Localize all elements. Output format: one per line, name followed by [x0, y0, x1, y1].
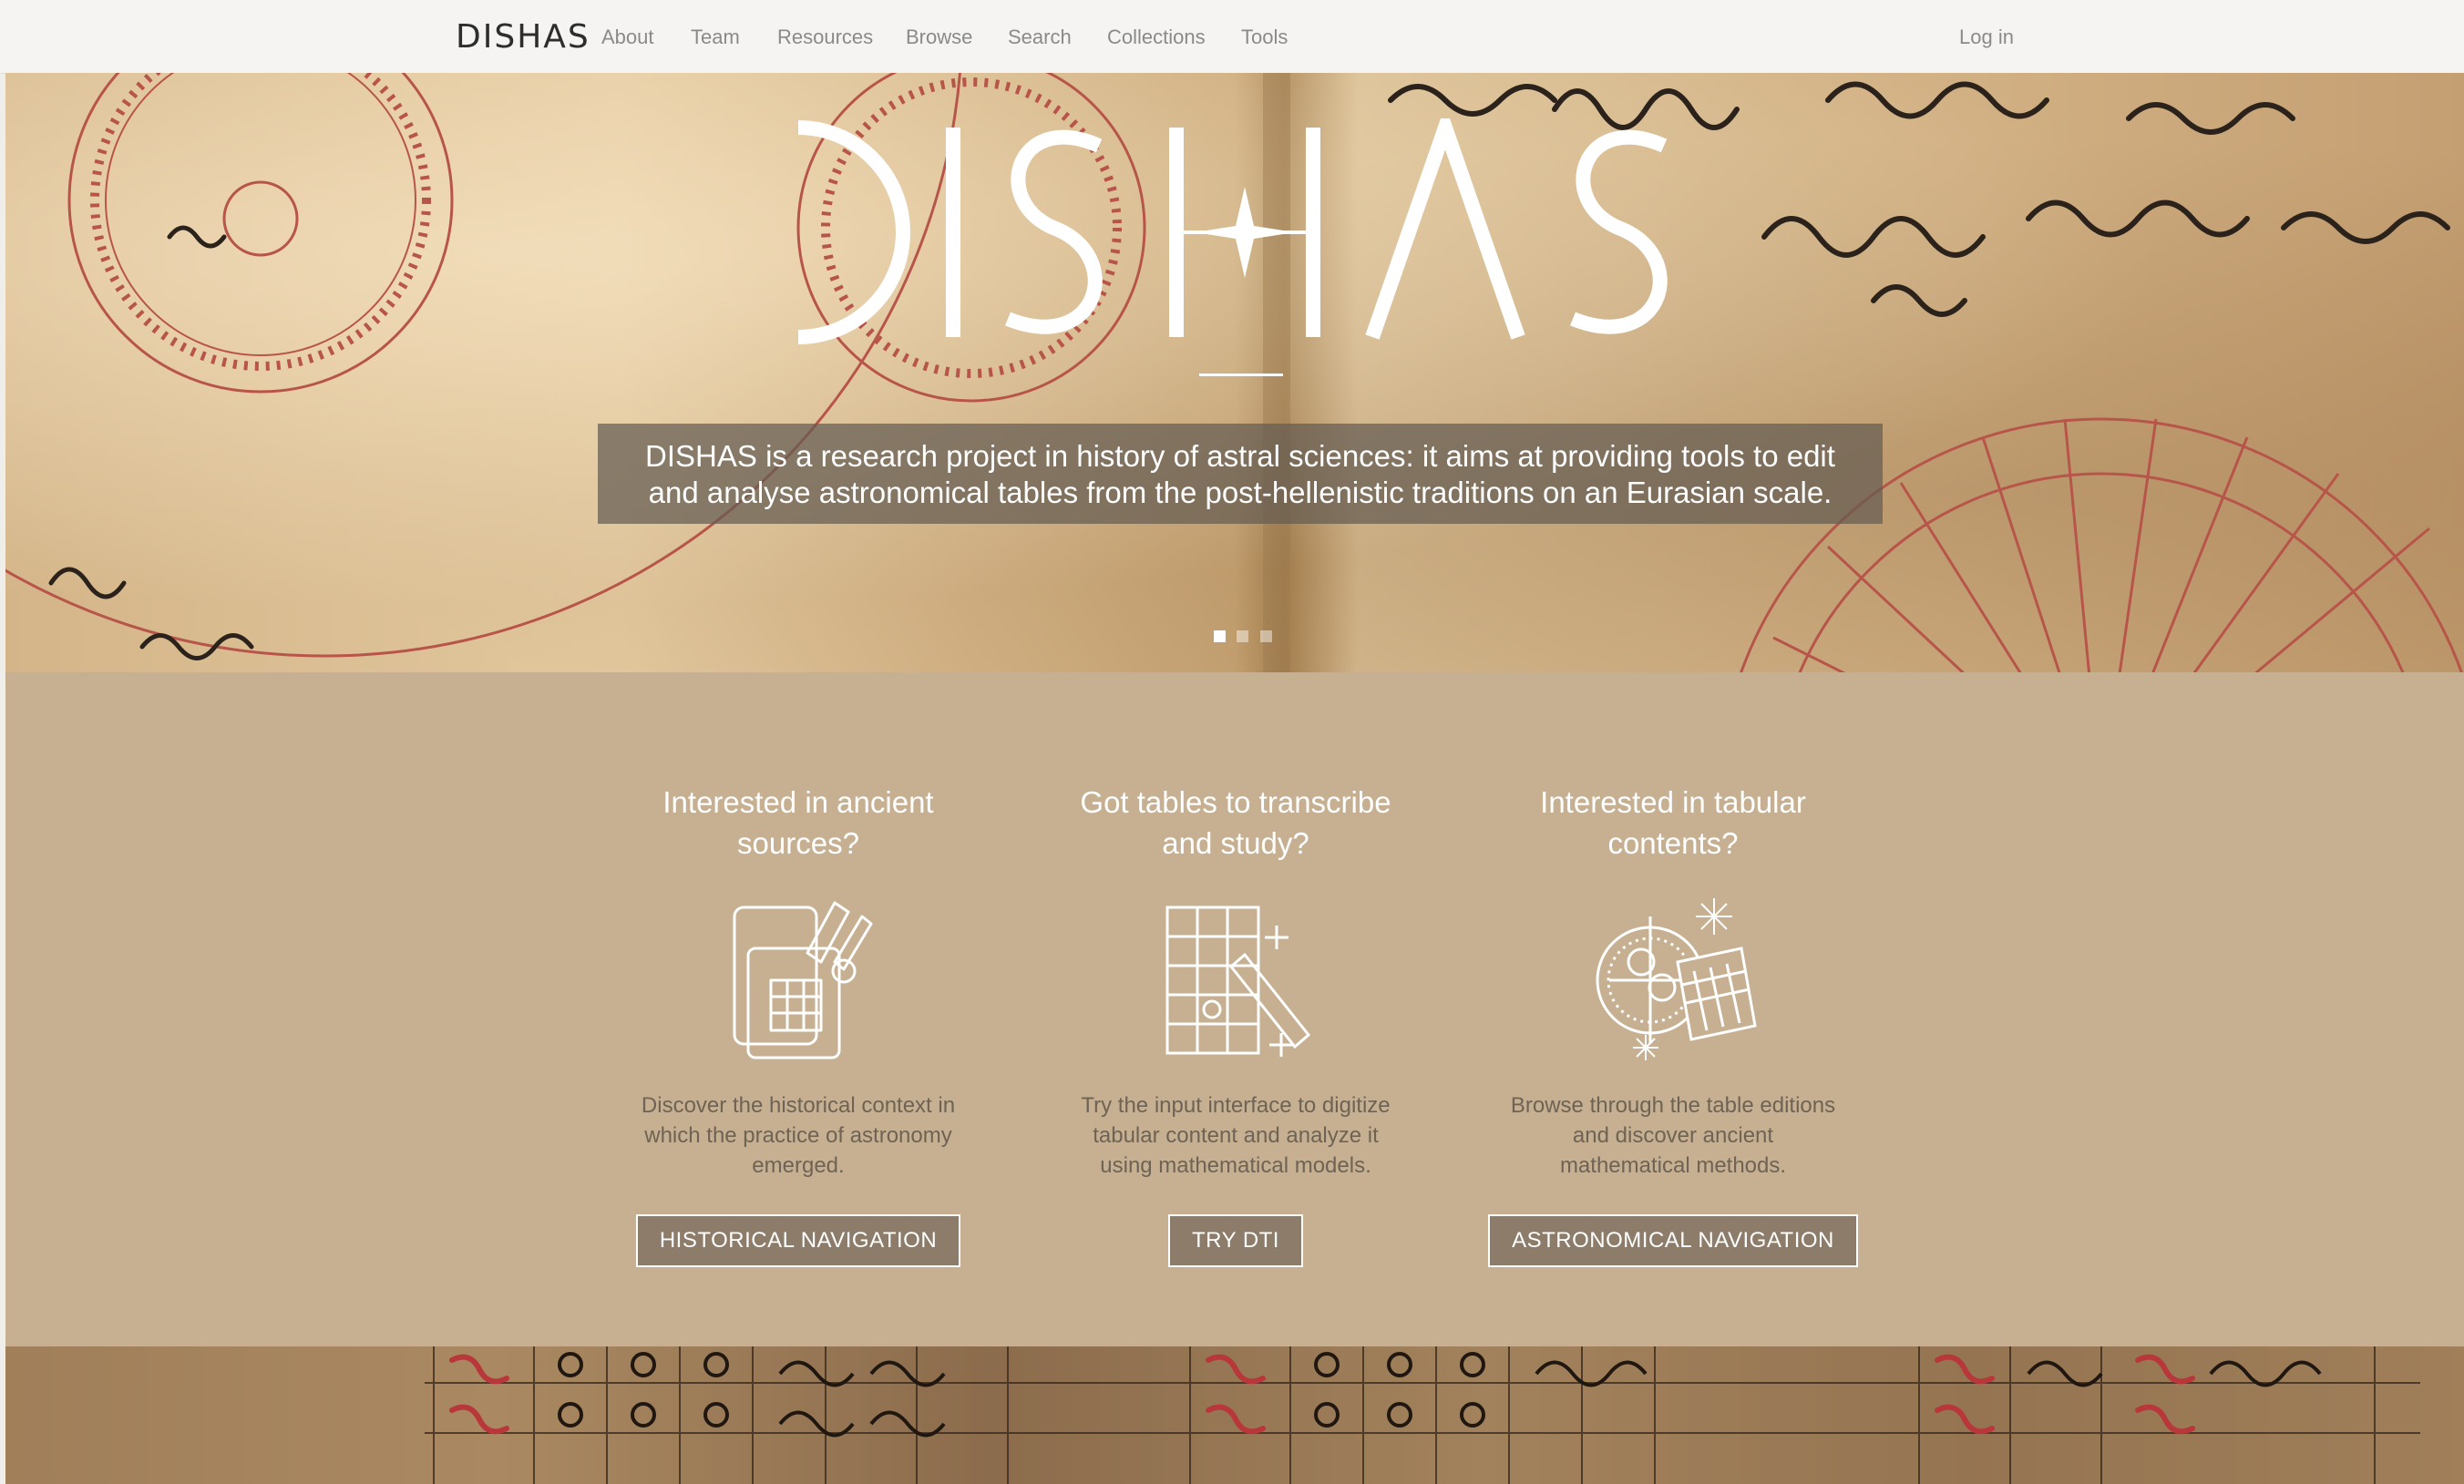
nav-item-about[interactable]: About: [601, 26, 654, 49]
nav-item-search[interactable]: Search: [1008, 26, 1072, 49]
feature-description: Browse through the table editions and dis…: [1510, 1093, 1836, 1178]
feature-description: Try the input interface to digitize tabul…: [1081, 1093, 1391, 1178]
manuscript-table-strip: [5, 1346, 2464, 1484]
nav-item-collections[interactable]: Collections: [1107, 26, 1206, 49]
feature-title: Got tables to transcribe and study?: [1080, 785, 1391, 860]
astronomical-navigation-button[interactable]: ASTRONOMICAL NAVIGATION: [1488, 1214, 1858, 1267]
hero-caption-line-1: DISHAS is a research project in history …: [645, 439, 1835, 473]
hero-caption-line-2: and analyse astronomical tables from the…: [648, 476, 1833, 509]
manuscript-table-art: [5, 1346, 2464, 1484]
historical-navigation-button[interactable]: HISTORICAL NAVIGATION: [635, 1214, 961, 1267]
hero-carousel: DISHAS is a research project in history …: [5, 73, 2464, 672]
carousel-dot-3[interactable]: [1259, 630, 1272, 642]
carousel-dot-2[interactable]: [1237, 630, 1249, 642]
nav-item-resources[interactable]: Resources: [777, 26, 873, 49]
carousel-indicators: [1214, 630, 1279, 647]
nav-item-browse[interactable]: Browse: [906, 26, 972, 49]
hero-title-underline: [1199, 374, 1283, 376]
nav-item-team[interactable]: Team: [691, 26, 740, 49]
feature-title: Interested in tabular contents?: [1540, 785, 1806, 860]
feature-historical: Interested in ancient sources? Discover t…: [607, 782, 990, 1267]
hero-caption: DISHAS is a research project in history …: [598, 424, 1883, 524]
feature-description: Discover the historical context in which …: [641, 1093, 956, 1178]
feature-dti: Got tables to transcribe and study? Try t…: [1044, 782, 1427, 1267]
features-section: Interested in ancient sources? Discover t…: [5, 672, 2464, 1346]
feature-astronomical: Interested in tabular contents? Browse t…: [1482, 782, 1864, 1267]
astrolabe-table-icon: [1596, 898, 1757, 1060]
try-dti-button[interactable]: TRY DTI: [1168, 1214, 1303, 1267]
carousel-dot-1[interactable]: [1214, 630, 1226, 642]
top-navbar: DISHAS About Team Resources Browse Searc…: [0, 0, 2464, 74]
dishas-hero-logo: [797, 118, 1668, 344]
nav-item-tools[interactable]: Tools: [1241, 26, 1288, 49]
feature-title: Interested in ancient sources?: [662, 785, 934, 860]
table-wand-icon: [1165, 906, 1311, 1057]
nav-logo[interactable]: DISHAS: [456, 18, 590, 56]
login-link[interactable]: Log in: [1959, 26, 2014, 49]
scroll-book-icon: [733, 901, 873, 1059]
